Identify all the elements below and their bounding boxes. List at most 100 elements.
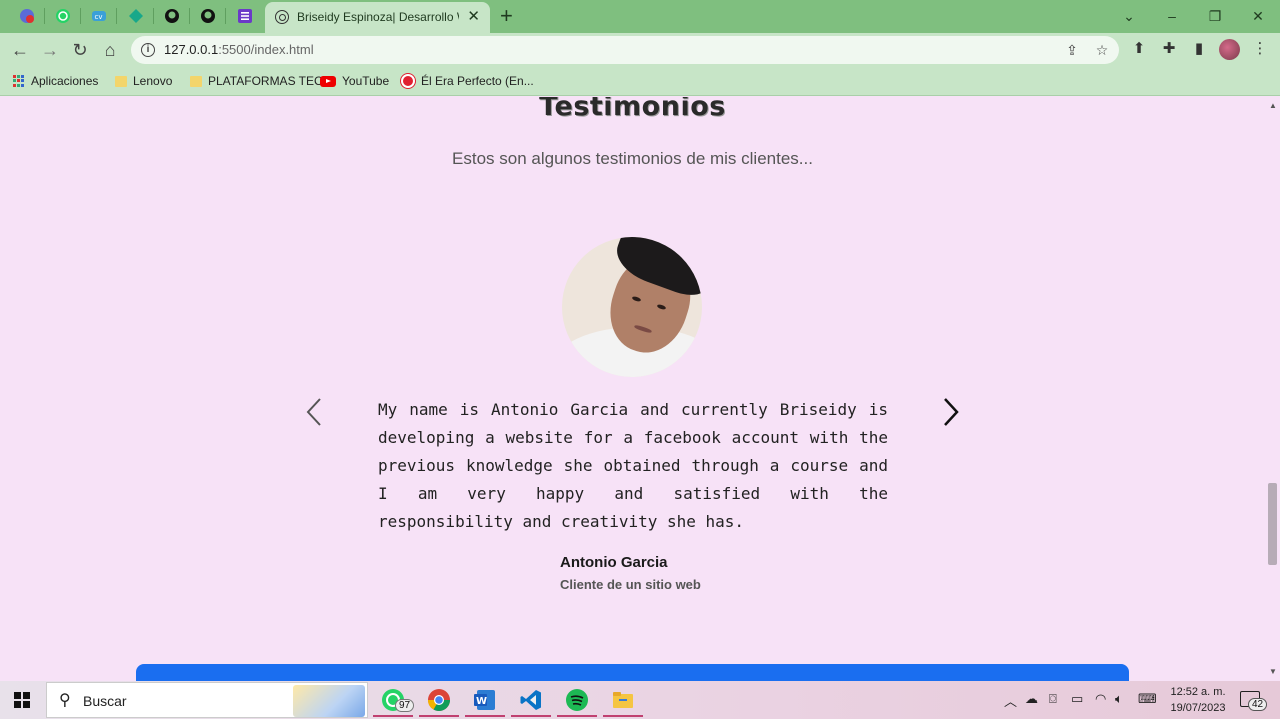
vscode-icon (520, 689, 541, 710)
pinned-tab-diamond[interactable] (124, 5, 148, 27)
pinned-tab-whatsapp[interactable] (51, 5, 75, 27)
share-icon[interactable]: ⇪ (1063, 41, 1081, 59)
section-subtitle: Estos son algunos testimonios de mis cli… (452, 149, 813, 168)
page-viewport: Testimonios Estos son algunos testimonio… (0, 97, 1265, 681)
app-icon (20, 9, 34, 23)
taskbar-word[interactable]: W (465, 684, 505, 717)
bookmark-apps[interactable]: Aplicaciones (13, 72, 98, 90)
info-icon[interactable]: i (141, 43, 155, 57)
bookmark-label: YouTube (342, 74, 390, 88)
restore-button[interactable]: ❐ (1203, 5, 1227, 27)
bookmark-label: PLATAFORMAS TEC (208, 74, 323, 88)
bookmark-lenovo[interactable]: Lenovo (115, 72, 172, 90)
folder-icon (613, 691, 633, 708)
keyboard-icon[interactable]: ⌨ (1138, 691, 1157, 707)
tab-active[interactable]: Briseidy Espinoza| Desarrollo Web ✕ (265, 2, 490, 33)
testimonial-quote: My name is Antonio Garcia and currently … (378, 400, 888, 531)
svg-text:W: W (476, 696, 487, 707)
tab-divider (80, 8, 81, 24)
scroll-down-icon[interactable]: ▼ (1269, 667, 1277, 676)
taskbar-vscode[interactable] (511, 684, 551, 717)
svg-text:cv: cv (95, 13, 103, 21)
tab-divider (116, 8, 117, 24)
meet-now-icon[interactable]: ⌼ (1049, 691, 1057, 707)
pinned-tab-github-2[interactable] (196, 5, 220, 27)
profile-avatar[interactable] (1219, 39, 1240, 60)
bookmarks-bar: Aplicaciones Lenovo PLATAFORMAS TEC YouT… (0, 66, 1280, 96)
forward-button[interactable]: → (38, 38, 62, 62)
whatsapp-icon (56, 9, 70, 23)
notification-count: 42 (1248, 698, 1268, 711)
address-bar[interactable]: i 127.0.0.1:5500/index.html ⇪ ☆ (131, 36, 1119, 64)
chrome-icon (428, 688, 450, 711)
tab-divider (225, 8, 226, 24)
windows-start-icon[interactable] (14, 692, 30, 708)
next-section-bar (136, 664, 1129, 681)
taskbar-file-explorer[interactable] (603, 684, 643, 717)
tab-strip: cv Briseidy Espinoza| Desarrollo Web ✕ +… (0, 0, 1280, 33)
testimonial-role: Cliente de un sitio web (560, 577, 701, 592)
taskbar-search[interactable]: ⚲ Buscar (46, 682, 368, 718)
folder-icon (190, 75, 202, 87)
search-placeholder: Buscar (83, 693, 127, 709)
clock-time: 12:52 a. m. (1170, 686, 1226, 698)
side-panel-icon[interactable]: ▮ (1188, 38, 1210, 60)
star-icon[interactable]: ☆ (1093, 41, 1111, 59)
scroll-thumb[interactable] (1268, 483, 1277, 565)
search-highlight-image (293, 685, 365, 717)
tray-overflow-icon[interactable]: ︿ (1004, 691, 1017, 710)
music-icon (401, 74, 415, 88)
taskbar-clock[interactable]: 12:52 a. m. 19/07/2023 (1168, 684, 1228, 716)
bookmark-label: Él Era Perfecto (En... (421, 74, 534, 88)
page-favicon-icon (275, 10, 289, 24)
home-button[interactable]: ⌂ (98, 38, 122, 62)
previous-arrow-icon[interactable] (304, 397, 324, 427)
back-button[interactable]: ← (8, 38, 32, 62)
puzzle-icon[interactable]: ✚ (1158, 38, 1180, 60)
bookmark-label: Aplicaciones (31, 74, 99, 88)
minimize-button[interactable]: – (1160, 5, 1184, 27)
unread-badge: 97 (395, 699, 415, 712)
scroll-up-icon[interactable]: ▲ (1269, 101, 1277, 110)
forms-icon (238, 9, 252, 23)
close-icon[interactable]: ✕ (467, 8, 480, 26)
testimonial-author: Antonio Garcia (560, 554, 668, 571)
extension-icon[interactable]: ⬆ (1128, 38, 1150, 60)
taskbar-whatsapp[interactable]: 97 (373, 684, 415, 717)
bookmark-youtube[interactable]: YouTube (320, 72, 389, 90)
reload-button[interactable]: ↻ (68, 38, 92, 62)
spotify-icon (566, 688, 588, 711)
clock-date: 19/07/2023 (1170, 702, 1226, 714)
volume-icon[interactable]: 🔈︎ (1115, 691, 1123, 707)
bookmark-plataformas[interactable]: PLATAFORMAS TEC (190, 72, 323, 90)
section-title: Testimonios (539, 97, 726, 122)
taskbar-chrome[interactable] (419, 684, 459, 717)
testimonial-photo (562, 237, 702, 377)
taskbar-spotify[interactable] (557, 684, 597, 717)
menu-icon[interactable]: ⋮ (1249, 38, 1271, 60)
word-icon: W (474, 689, 495, 710)
onedrive-icon[interactable]: ☁ (1025, 691, 1038, 707)
folder-icon (115, 75, 127, 87)
pinned-tab-app[interactable] (15, 5, 39, 27)
tab-search-icon[interactable]: ⌄ (1117, 5, 1141, 27)
pinned-tab-cv[interactable]: cv (87, 5, 111, 27)
github-icon (201, 9, 215, 23)
tab-divider (189, 8, 190, 24)
tab-divider (44, 8, 45, 24)
new-tab-button[interactable]: + (500, 4, 513, 28)
pinned-tab-github[interactable] (160, 5, 184, 27)
bookmark-label: Lenovo (133, 74, 173, 88)
next-arrow-icon[interactable] (941, 397, 961, 427)
close-window-button[interactable]: ✕ (1246, 5, 1270, 27)
tab-divider (153, 8, 154, 24)
page-scrollbar[interactable]: ▲ ▼ (1265, 97, 1280, 681)
browser-toolbar: ← → ↻ ⌂ i 127.0.0.1:5500/index.html ⇪ ☆ (0, 33, 1280, 66)
tab-title: Briseidy Espinoza| Desarrollo Web (297, 10, 459, 24)
battery-icon[interactable]: ▭ (1071, 691, 1083, 707)
search-icon: ⚲ (59, 692, 71, 709)
wifi-icon[interactable]: ◠ (1095, 691, 1106, 707)
url-text: 127.0.0.1:5500/index.html (164, 42, 314, 57)
pinned-tab-forms[interactable] (233, 5, 257, 27)
bookmark-el-era-perfecto[interactable]: Él Era Perfecto (En... (401, 72, 534, 90)
